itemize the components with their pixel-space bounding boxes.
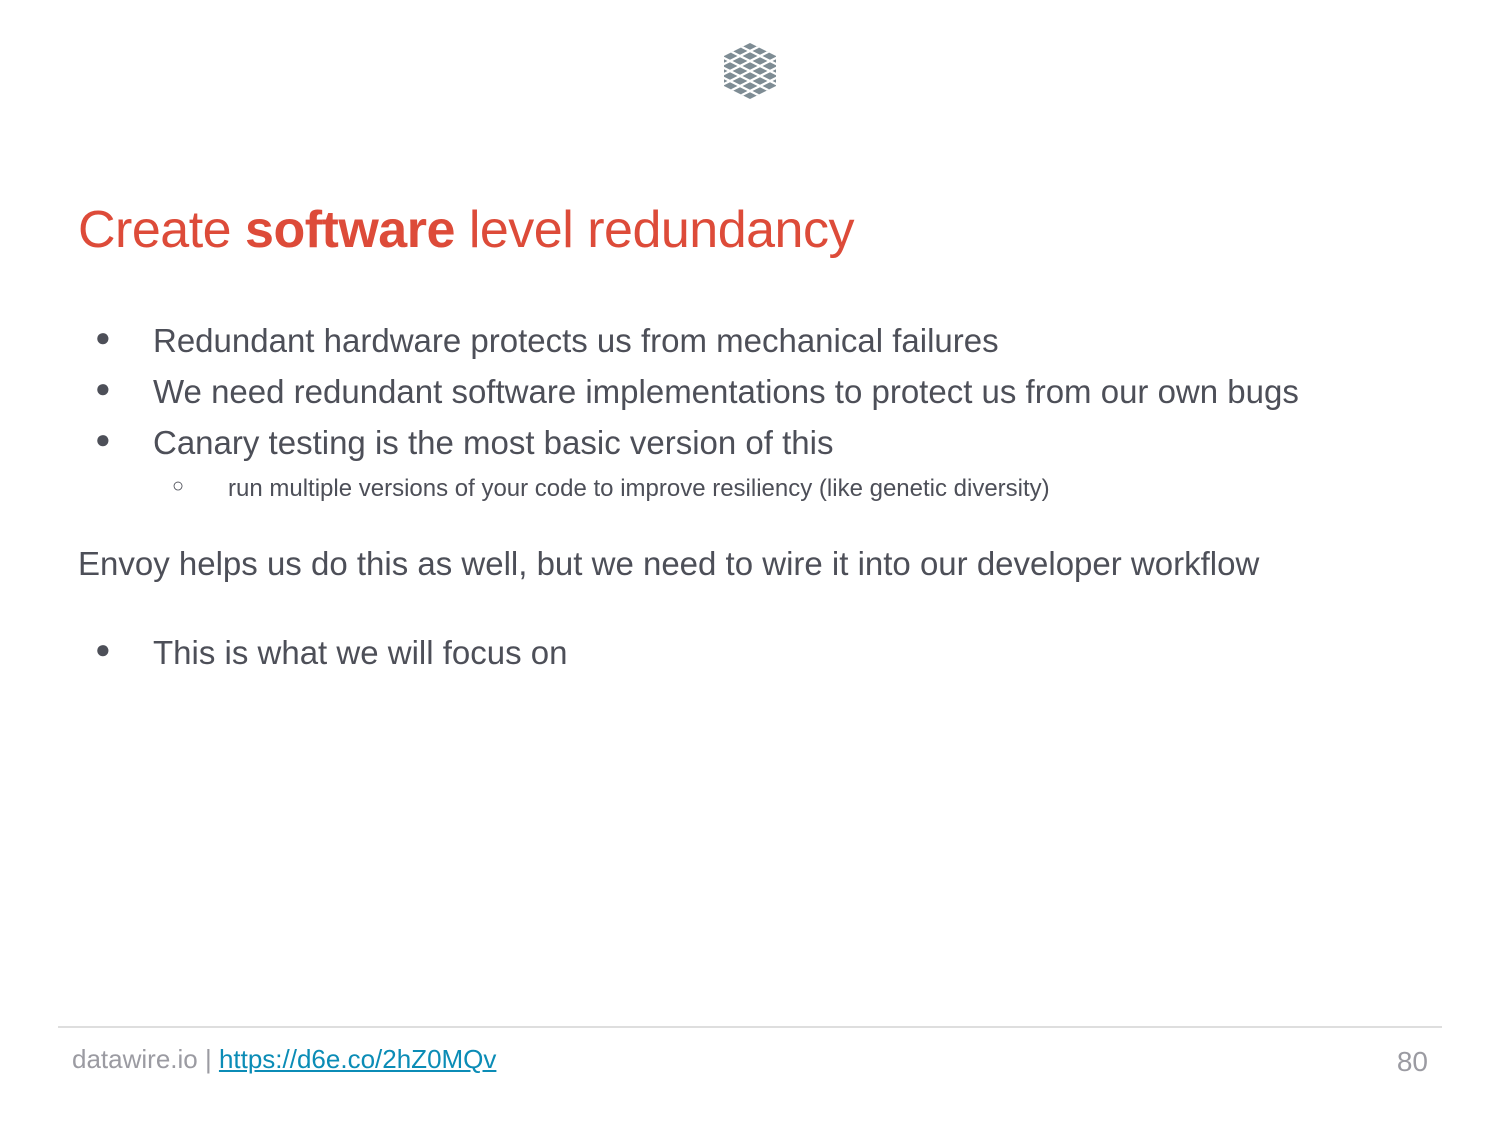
bullet-text: We need redundant software implementatio… <box>153 373 1299 410</box>
bullet-text: This is what we will focus on <box>153 634 568 671</box>
footer: datawire.io | https://d6e.co/2hZ0MQv <box>72 1044 496 1075</box>
footer-link[interactable]: https://d6e.co/2hZ0MQv <box>219 1044 496 1074</box>
slide-title: Create software level redundancy <box>78 200 854 260</box>
bullet-text: Canary testing is the most basic version… <box>153 424 834 461</box>
footer-separator: | <box>197 1044 219 1074</box>
bullet-dot-icon: ● <box>95 373 111 403</box>
title-bold-word: software <box>245 201 455 259</box>
footer-site: datawire.io <box>72 1044 198 1074</box>
page-number: 80 <box>1396 1046 1428 1077</box>
sub-bullet-text: run multiple versions of your code to im… <box>228 475 1050 502</box>
bullet-circle-icon: ○ <box>172 475 185 497</box>
bullet-dot-icon: ● <box>95 634 111 664</box>
bullet-dot-icon: ● <box>95 424 111 454</box>
bullet-text: Redundant hardware protects us from mech… <box>153 322 999 359</box>
footer-divider <box>58 1026 1442 1028</box>
body-paragraph: Envoy helps us do this as well, but we n… <box>78 545 1260 582</box>
bullet-dot-icon: ● <box>95 322 111 352</box>
title-part-2: level redundancy <box>454 201 855 259</box>
title-part-1: Create <box>78 201 246 259</box>
datawire-lattice-logo-icon <box>724 43 776 99</box>
